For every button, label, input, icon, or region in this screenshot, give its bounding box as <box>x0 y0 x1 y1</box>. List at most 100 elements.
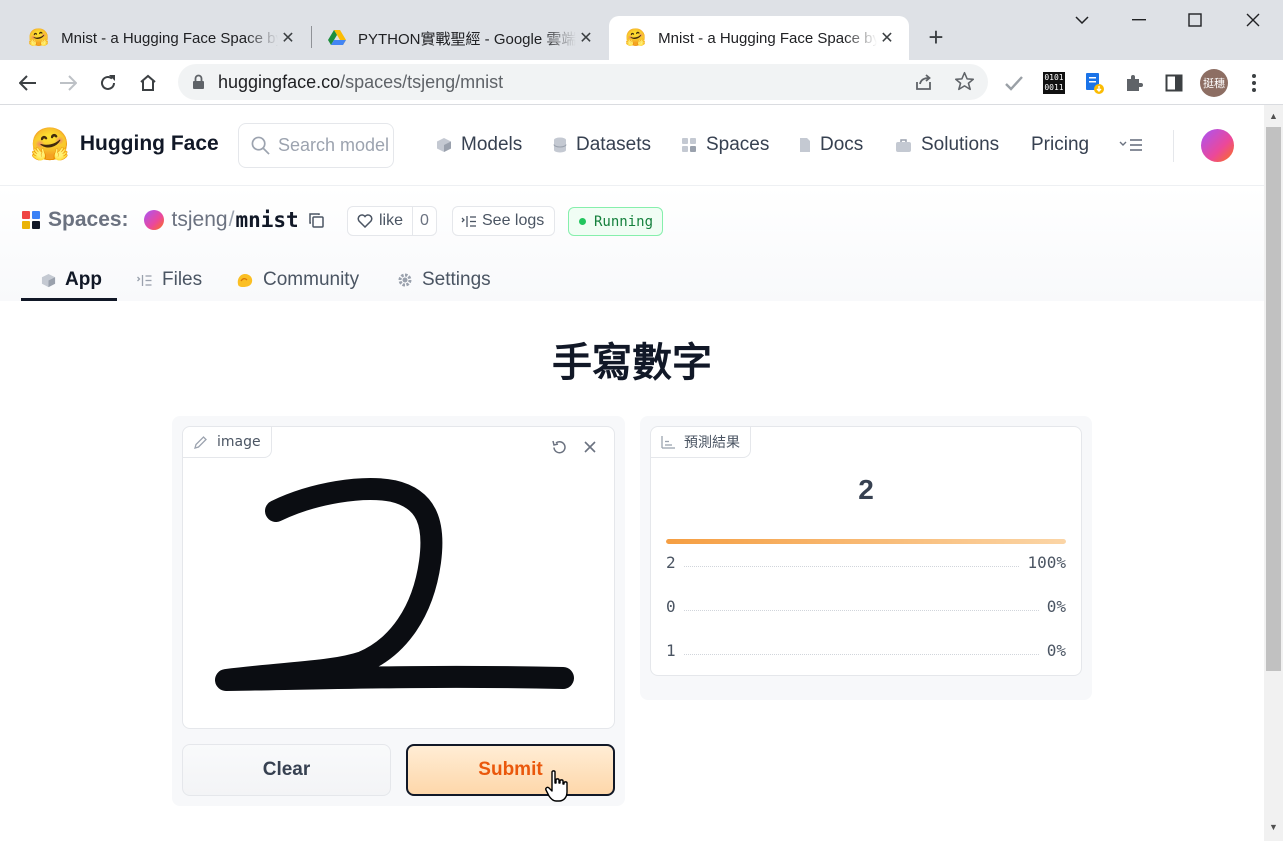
confidence-row[interactable]: 2 100% <box>666 551 1066 573</box>
browser-toolbar: huggingface.co/spaces/tsjeng/mnist 0101 0… <box>0 60 1283 105</box>
share-icon[interactable] <box>914 72 934 97</box>
nav-solutions[interactable]: Solutions <box>895 134 999 156</box>
nav-pricing[interactable]: Pricing <box>1031 134 1089 156</box>
app-title: 手寫數字 <box>552 340 712 386</box>
database-icon <box>553 137 567 153</box>
files-list-icon <box>136 274 153 287</box>
like-button[interactable]: like 0 <box>347 206 437 236</box>
browser-tab-3-active[interactable]: 🤗 Mnist - a Hugging Face Space by tsjeng… <box>609 16 909 60</box>
submit-button[interactable]: Submit <box>406 744 615 796</box>
see-logs-label: See logs <box>482 212 545 229</box>
bar-chart-icon <box>661 435 675 449</box>
browser-tab-2[interactable]: PYTHON實戰聖經 - Google 雲端硬碟 ✕ <box>312 16 608 60</box>
side-panel-icon[interactable] <box>1159 68 1189 98</box>
profile-label: 挺穗 <box>1200 69 1228 97</box>
tab-settings-label: Settings <box>422 269 491 290</box>
grid-icon <box>681 137 697 153</box>
binary-extension-icon[interactable]: 0101 0011 <box>1039 68 1069 98</box>
briefcase-icon <box>895 138 912 153</box>
new-tab-button[interactable]: + <box>922 24 950 52</box>
scroll-down-arrow-icon[interactable]: ▼ <box>1268 822 1279 833</box>
status-dot-icon <box>579 218 586 225</box>
url-host: huggingface.co <box>218 72 341 92</box>
top-confidence-bar-fill <box>666 539 1066 544</box>
confidence-value: 0% <box>1046 640 1066 660</box>
profile-avatar[interactable]: 挺穗 <box>1199 68 1229 98</box>
user-avatar[interactable] <box>1201 129 1234 162</box>
spaces-label[interactable]: Spaces: <box>48 208 129 232</box>
tab-close-icon[interactable]: ✕ <box>278 28 298 48</box>
cube-icon <box>436 137 452 153</box>
window-close-icon[interactable] <box>1239 6 1267 34</box>
heart-icon <box>348 214 379 228</box>
hf-logo-link[interactable]: 🤗 Hugging Face <box>30 127 219 161</box>
tab-title: PYTHON實戰聖經 - Google 雲端硬碟 <box>358 30 576 48</box>
tab-settings[interactable]: Settings <box>397 260 491 300</box>
gear-icon <box>397 272 413 288</box>
tab-title: Mnist - a Hugging Face Space by tsjeng <box>61 29 278 47</box>
tab-close-icon[interactable]: ✕ <box>576 28 596 48</box>
minimize-icon[interactable] <box>1125 6 1153 34</box>
maximize-icon[interactable] <box>1181 6 1209 34</box>
copy-icon[interactable] <box>308 212 325 229</box>
tab-app[interactable]: App <box>41 260 102 300</box>
breadcrumb: Spaces: tsjeng / mnist <box>22 208 325 232</box>
tab-community[interactable]: Community <box>236 260 359 300</box>
extensions-puzzle-icon[interactable] <box>1119 68 1149 98</box>
see-logs-button[interactable]: See logs <box>452 206 556 236</box>
nav-spaces[interactable]: Spaces <box>681 134 769 156</box>
predicted-label: 2 <box>858 474 874 505</box>
more-menu-icon[interactable] <box>1119 138 1143 152</box>
sketchpad-canvas[interactable] <box>183 427 614 728</box>
forward-arrow-icon[interactable] <box>53 68 83 98</box>
more-vertical-icon[interactable] <box>1239 68 1269 98</box>
reload-icon[interactable] <box>93 68 123 98</box>
confidence-row[interactable]: 0 0% <box>666 595 1066 617</box>
lock-icon[interactable] <box>192 74 205 95</box>
tab-title: Mnist - a Hugging Face Space by tsjeng <box>658 29 877 47</box>
page-scrollbar[interactable]: ▲ ▼ <box>1264 105 1283 841</box>
handwritten-digit-stroke <box>215 478 574 691</box>
hugging-face-favicon-icon: 🤗 <box>28 28 50 47</box>
address-bar[interactable]: huggingface.co/spaces/tsjeng/mnist <box>178 64 988 100</box>
confidence-leader <box>683 609 1039 611</box>
tab-close-icon[interactable]: ✕ <box>877 28 897 48</box>
owner-link[interactable]: tsjeng <box>172 208 228 232</box>
checkmark-extension-icon[interactable] <box>999 68 1029 98</box>
scroll-up-arrow-icon[interactable]: ▲ <box>1268 111 1279 122</box>
confidence-value: 100% <box>1027 552 1066 572</box>
tab-search-chevron-down-icon[interactable] <box>1068 6 1096 34</box>
search-input[interactable] <box>278 135 388 156</box>
tab-files[interactable]: Files <box>136 260 202 300</box>
confidence-class: 2 <box>666 552 676 572</box>
top-confidence-bar <box>666 539 1066 544</box>
confidence-class: 1 <box>666 640 676 660</box>
scrollbar-thumb[interactable] <box>1266 127 1281 671</box>
hf-site-header: 🤗 Hugging Face Models Datasets Spaces Do… <box>0 105 1264 186</box>
confidence-leader <box>683 653 1039 655</box>
search-icon <box>251 136 270 155</box>
url-path: /spaces/tsjeng/mnist <box>340 72 504 92</box>
nav-docs[interactable]: Docs <box>799 134 863 156</box>
tab-files-label: Files <box>162 269 203 290</box>
nav-datasets[interactable]: Datasets <box>553 134 651 156</box>
like-count: 0 <box>412 207 436 235</box>
hf-search-box[interactable] <box>238 123 394 168</box>
back-arrow-icon[interactable] <box>13 68 43 98</box>
file-download-extension-icon[interactable] <box>1079 68 1109 98</box>
repo-name[interactable]: mnist <box>235 208 298 232</box>
bookmark-star-icon[interactable] <box>954 71 975 97</box>
home-icon[interactable] <box>133 68 163 98</box>
confidence-row[interactable]: 1 0% <box>666 639 1066 661</box>
clear-button[interactable]: Clear <box>182 744 391 796</box>
nav-models[interactable]: Models <box>436 134 522 156</box>
confidence-leader <box>683 565 1020 567</box>
hugging-face-logo-icon: 🤗 <box>30 126 70 162</box>
nav-pricing-label: Pricing <box>1031 134 1090 155</box>
confidence-class: 0 <box>666 596 676 616</box>
hugging-face-favicon-icon: 🤗 <box>625 28 647 47</box>
active-tab-underline <box>21 298 117 301</box>
browser-tab-1[interactable]: 🤗 Mnist - a Hugging Face Space by tsjeng… <box>12 16 310 60</box>
url-text[interactable]: huggingface.co/spaces/tsjeng/mnist <box>218 72 503 93</box>
status-label: Running <box>594 213 654 230</box>
